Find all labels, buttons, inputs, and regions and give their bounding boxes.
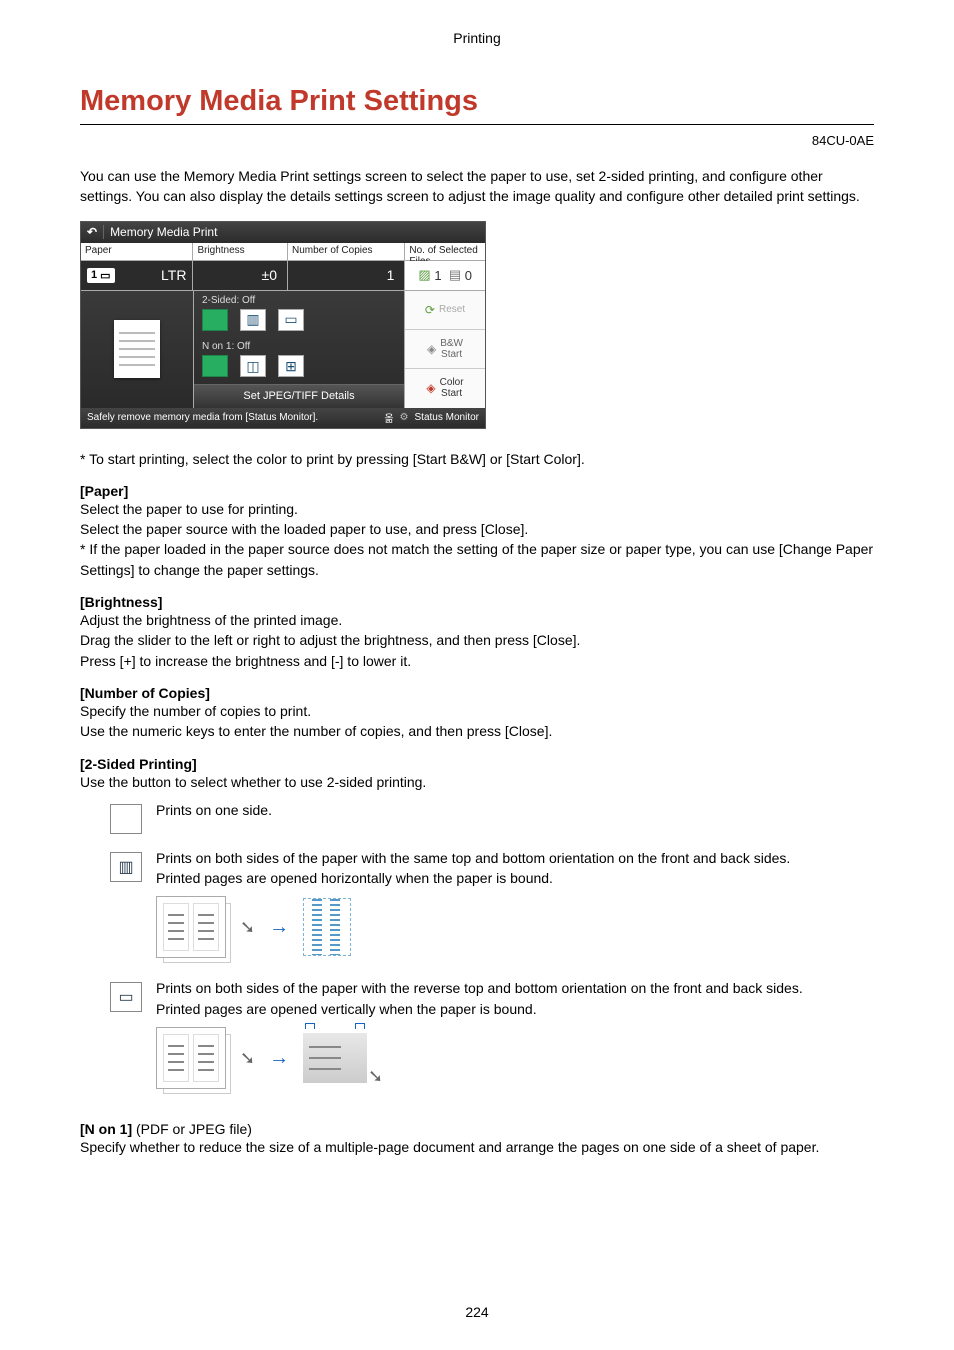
val-files: ▨ 1 ▤ 0 [405, 261, 485, 291]
status-monitor-link[interactable]: Status Monitor [415, 412, 479, 423]
doc-code: 84CU-0AE [80, 133, 874, 148]
arrow-icon: → [269, 913, 289, 942]
paper-line-3: * If the paper loaded in the paper sourc… [80, 539, 874, 580]
device-statusbar: Safely remove memory media from [Status … [81, 408, 485, 428]
hdr-files: No. of Selected Files [405, 243, 485, 261]
brightness-line-1: Adjust the brightness of the printed ima… [80, 610, 874, 630]
brightness-line-2: Drag the slider to the left or right to … [80, 630, 874, 650]
n-on-1-heading-line: [N on 1] (PDF or JPEG file) [80, 1121, 874, 1137]
copies-line-1: Specify the number of copies to print. [80, 701, 874, 721]
brightness-line-3: Press [+] to increase the brightness and… [80, 651, 874, 671]
turn-icon: ➘ [240, 1045, 255, 1071]
n-on-1-heading: [N on 1] [80, 1121, 136, 1137]
hdr-brightness: Brightness [193, 243, 288, 261]
n-on-1-note: (PDF or JPEG file) [136, 1121, 252, 1137]
paper-line-1: Select the paper to use for printing. [80, 499, 874, 519]
start-hint: * To start printing, select the color to… [80, 449, 874, 469]
book-result-icon [303, 898, 351, 956]
start-bw-button[interactable]: ◈ B&W Start [405, 330, 485, 369]
opt2-desc-b: Printed pages are opened horizontally wh… [156, 868, 874, 888]
reset-icon: ⟳ [425, 303, 435, 317]
val-brightness[interactable]: ±0 [193, 261, 288, 291]
running-header: Printing [0, 30, 954, 46]
device-screenshot: ↶ Memory Media Print Paper Brightness Nu… [80, 221, 486, 429]
two-sided-calendar-icon[interactable]: ▭ [278, 309, 304, 331]
reset-button[interactable]: ⟳ Reset [405, 291, 485, 330]
val-copies[interactable]: 1 [288, 261, 405, 291]
tray-num: 1 [91, 269, 97, 281]
brightness-heading: [Brightness] [80, 594, 874, 610]
page-number: 224 [0, 1304, 954, 1320]
gear-icon[interactable]: ⚙ [400, 412, 409, 423]
book-binding-icon: ▥ [110, 852, 142, 882]
copies-heading: [Number of Copies] [80, 685, 874, 701]
twosided-line-1: Use the button to select whether to use … [80, 772, 874, 792]
back-icon[interactable]: ↶ [87, 225, 104, 239]
opt3-desc-a: Prints on both sides of the paper with t… [156, 978, 874, 998]
paper-heading: [Paper] [80, 483, 874, 499]
n-on-1-4-icon[interactable]: ⊞ [278, 355, 304, 377]
intro-text: You can use the Memory Media Print setti… [80, 166, 874, 207]
print-option-book: ▥ Prints on both sides of the paper with… [80, 848, 874, 965]
paper-size: LTR [161, 267, 186, 283]
twosided-heading: [2-Sided Printing] [80, 756, 874, 772]
two-sided-book-icon[interactable]: ▥ [240, 309, 266, 331]
paper-line-2: Select the paper source with the loaded … [80, 519, 874, 539]
preview-doc-icon [114, 320, 160, 378]
page-title: Memory Media Print Settings [80, 85, 874, 125]
print-option-calendar: ▭ Prints on both sides of the paper with… [80, 978, 874, 1095]
bw-start-icon: ◈ [427, 342, 436, 356]
turn-icon: ➘ [240, 914, 255, 940]
two-sided-off-icon[interactable] [202, 309, 228, 331]
n-on-1-line-1: Specify whether to reduce the size of a … [80, 1137, 874, 1157]
hdr-paper: Paper [81, 243, 193, 261]
opt3-desc-b: Printed pages are opened vertically when… [156, 999, 874, 1019]
device-titlebar: ↶ Memory Media Print [81, 222, 485, 243]
network-icon: 옮 [384, 410, 393, 425]
statusbar-text: Safely remove memory media from [Status … [87, 412, 318, 423]
diagram-calendar: ➘ → ➘ [156, 1027, 874, 1089]
one-sided-icon [110, 804, 142, 834]
calendar-binding-icon: ▭ [110, 982, 142, 1012]
two-sided-label: 2-Sided: Off [202, 295, 396, 306]
arrow-icon: → [269, 1044, 289, 1073]
options-pane: 2-Sided: Off ▥ ▭ N on 1: Off ◫ ⊞ Set [194, 291, 405, 408]
start-color-button[interactable]: ◈ Color Start [405, 369, 485, 407]
val-paper[interactable]: 1 ▭ LTR [81, 261, 193, 291]
hdr-copies: Number of Copies [288, 243, 405, 261]
opt2-desc-a: Prints on both sides of the paper with t… [156, 848, 874, 868]
n-on-1-label: N on 1: Off [202, 341, 396, 352]
print-option-1-sided: Prints on one side. [80, 800, 874, 834]
copies-line-2: Use the numeric keys to enter the number… [80, 721, 874, 741]
diagram-book: ➘ → [156, 896, 874, 958]
n-on-1-off-icon[interactable] [202, 355, 228, 377]
details-button[interactable]: Set JPEG/TIFF Details [194, 384, 404, 408]
calendar-result-icon: ➘ [303, 1033, 367, 1083]
device-title: Memory Media Print [110, 225, 217, 239]
preview-pane [81, 291, 194, 408]
n-on-1-2-icon[interactable]: ◫ [240, 355, 266, 377]
color-start-icon: ◈ [426, 381, 435, 395]
opt1-desc: Prints on one side. [156, 800, 874, 820]
